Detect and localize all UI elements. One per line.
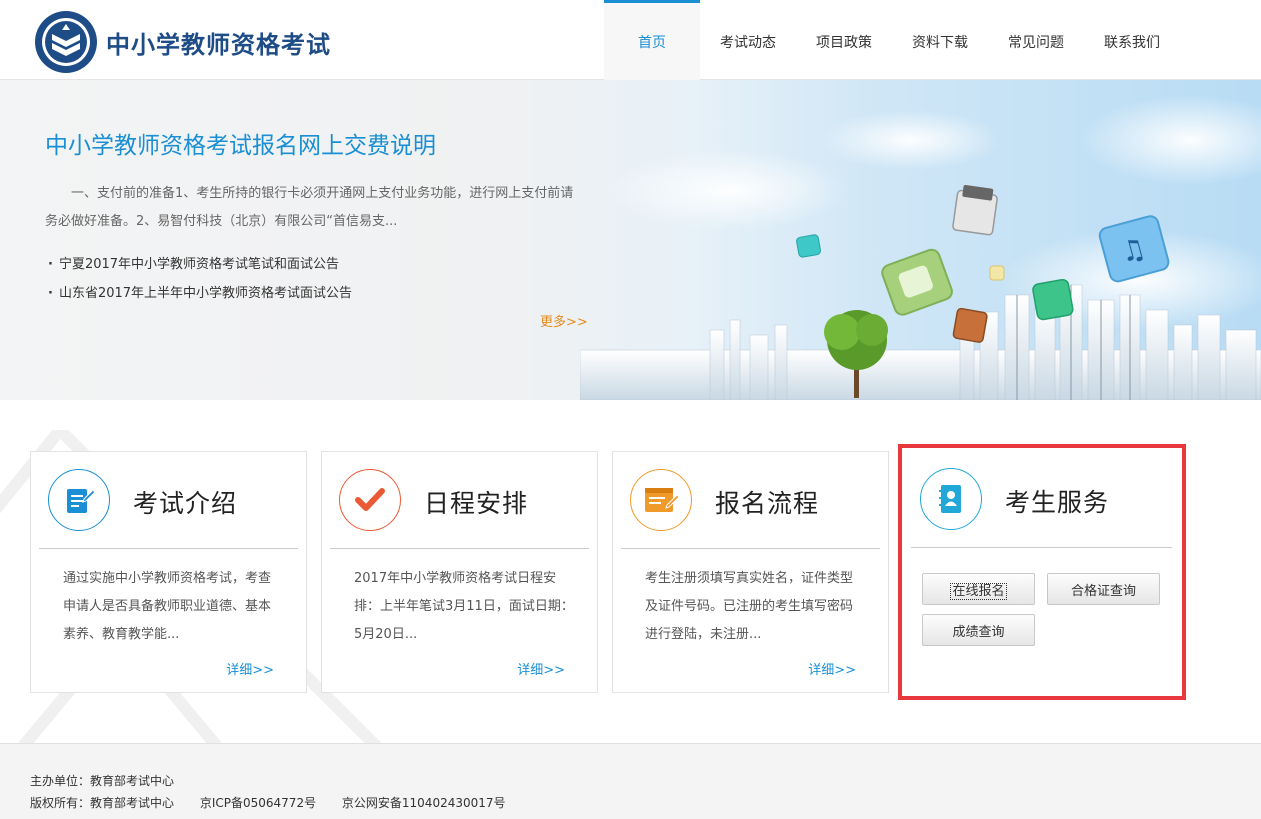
nav-policy[interactable]: 项目政策: [796, 0, 892, 80]
card-registration-process: 报名流程 考生注册须填写真实姓名，证件类型及证件号码。已注册的考生填写密码进行登…: [612, 451, 889, 693]
form-pen-icon: [630, 469, 692, 531]
news-item[interactable]: 山东省2017年上半年中小学教师资格考试面试公告: [48, 279, 352, 308]
footer-organizer: 主办单位：教育部考试中心: [30, 774, 175, 788]
card-summary: 通过实施中小学教师资格考试，考查申请人是否具备教师职业道德、基本素养、教育教学能…: [63, 571, 272, 642]
card-summary: 考生注册须填写真实姓名，证件类型及证件号码。已注册的考生填写密码进行登陆，未注册…: [645, 571, 854, 642]
divider: [330, 548, 589, 549]
details-link[interactable]: 详细>>: [226, 659, 274, 678]
city-scene-illustration: ♫: [580, 95, 1261, 400]
site-title[interactable]: 中小学教师资格考试: [106, 25, 331, 60]
hero-banner: 中小学教师资格考试报名网上交费说明 一、支付前的准备1、考生所持的银行卡必须开通…: [0, 80, 1261, 400]
details-link[interactable]: 详细>>: [808, 659, 856, 678]
nav-faq[interactable]: 常见问题: [988, 0, 1084, 80]
news-item[interactable]: 宁夏2017年中小学教师资格考试笔试和面试公告: [48, 250, 352, 279]
nav-exam-news[interactable]: 考试动态: [700, 0, 796, 80]
highlight-box: [898, 444, 1186, 700]
footer-icp[interactable]: 京ICP备05064772号: [200, 796, 316, 810]
news-list: 宁夏2017年中小学教师资格考试笔试和面试公告 山东省2017年上半年中小学教师…: [48, 250, 352, 308]
nav-contact[interactable]: 联系我们: [1084, 0, 1180, 80]
card-summary: 2017年中小学教师资格考试日程安排：上半年笔试3月11日，面试日期：5月20日…: [354, 571, 574, 642]
nav-downloads[interactable]: 资料下载: [892, 0, 988, 80]
footer-police-record[interactable]: 京公网安备110402430017号: [342, 796, 506, 810]
divider: [621, 548, 880, 549]
details-link[interactable]: 详细>>: [517, 659, 565, 678]
card-exam-intro: 考试介绍 通过实施中小学教师资格考试，考查申请人是否具备教师职业道德、基本素养、…: [30, 451, 307, 693]
banner-headline[interactable]: 中小学教师资格考试报名网上交费说明: [45, 126, 436, 160]
banner-description: 一、支付前的准备1、考生所持的银行卡必须开通网上支付业务功能，进行网上支付前请务…: [45, 186, 574, 229]
document-edit-icon: [48, 469, 110, 531]
site-footer: 主办单位：教育部考试中心 版权所有：教育部考试中心 京ICP备05064772号…: [0, 743, 1261, 819]
main-nav: 首页 考试动态 项目政策 资料下载 常见问题 联系我们: [604, 0, 1180, 80]
nav-home[interactable]: 首页: [604, 0, 700, 80]
card-title[interactable]: 日程安排: [424, 484, 528, 520]
site-header: 中小学教师资格考试 首页 考试动态 项目政策 资料下载 常见问题 联系我们: [0, 0, 1261, 80]
info-cards-section: 考试介绍 通过实施中小学教师资格考试，考查申请人是否具备教师职业道德、基本素养、…: [0, 400, 1261, 743]
divider: [39, 548, 298, 549]
footer-info: 版权所有：教育部考试中心 京ICP备05064772号 京公网安备1104024…: [30, 794, 528, 811]
footer-copyright: 版权所有：教育部考试中心: [30, 796, 175, 810]
checkmark-icon: [339, 469, 401, 531]
card-title[interactable]: 考试介绍: [133, 484, 237, 520]
card-schedule: 日程安排 2017年中小学教师资格考试日程安排：上半年笔试3月11日，面试日期：…: [321, 451, 598, 693]
card-title[interactable]: 报名流程: [715, 484, 819, 520]
logo-emblem-icon[interactable]: [34, 10, 98, 74]
